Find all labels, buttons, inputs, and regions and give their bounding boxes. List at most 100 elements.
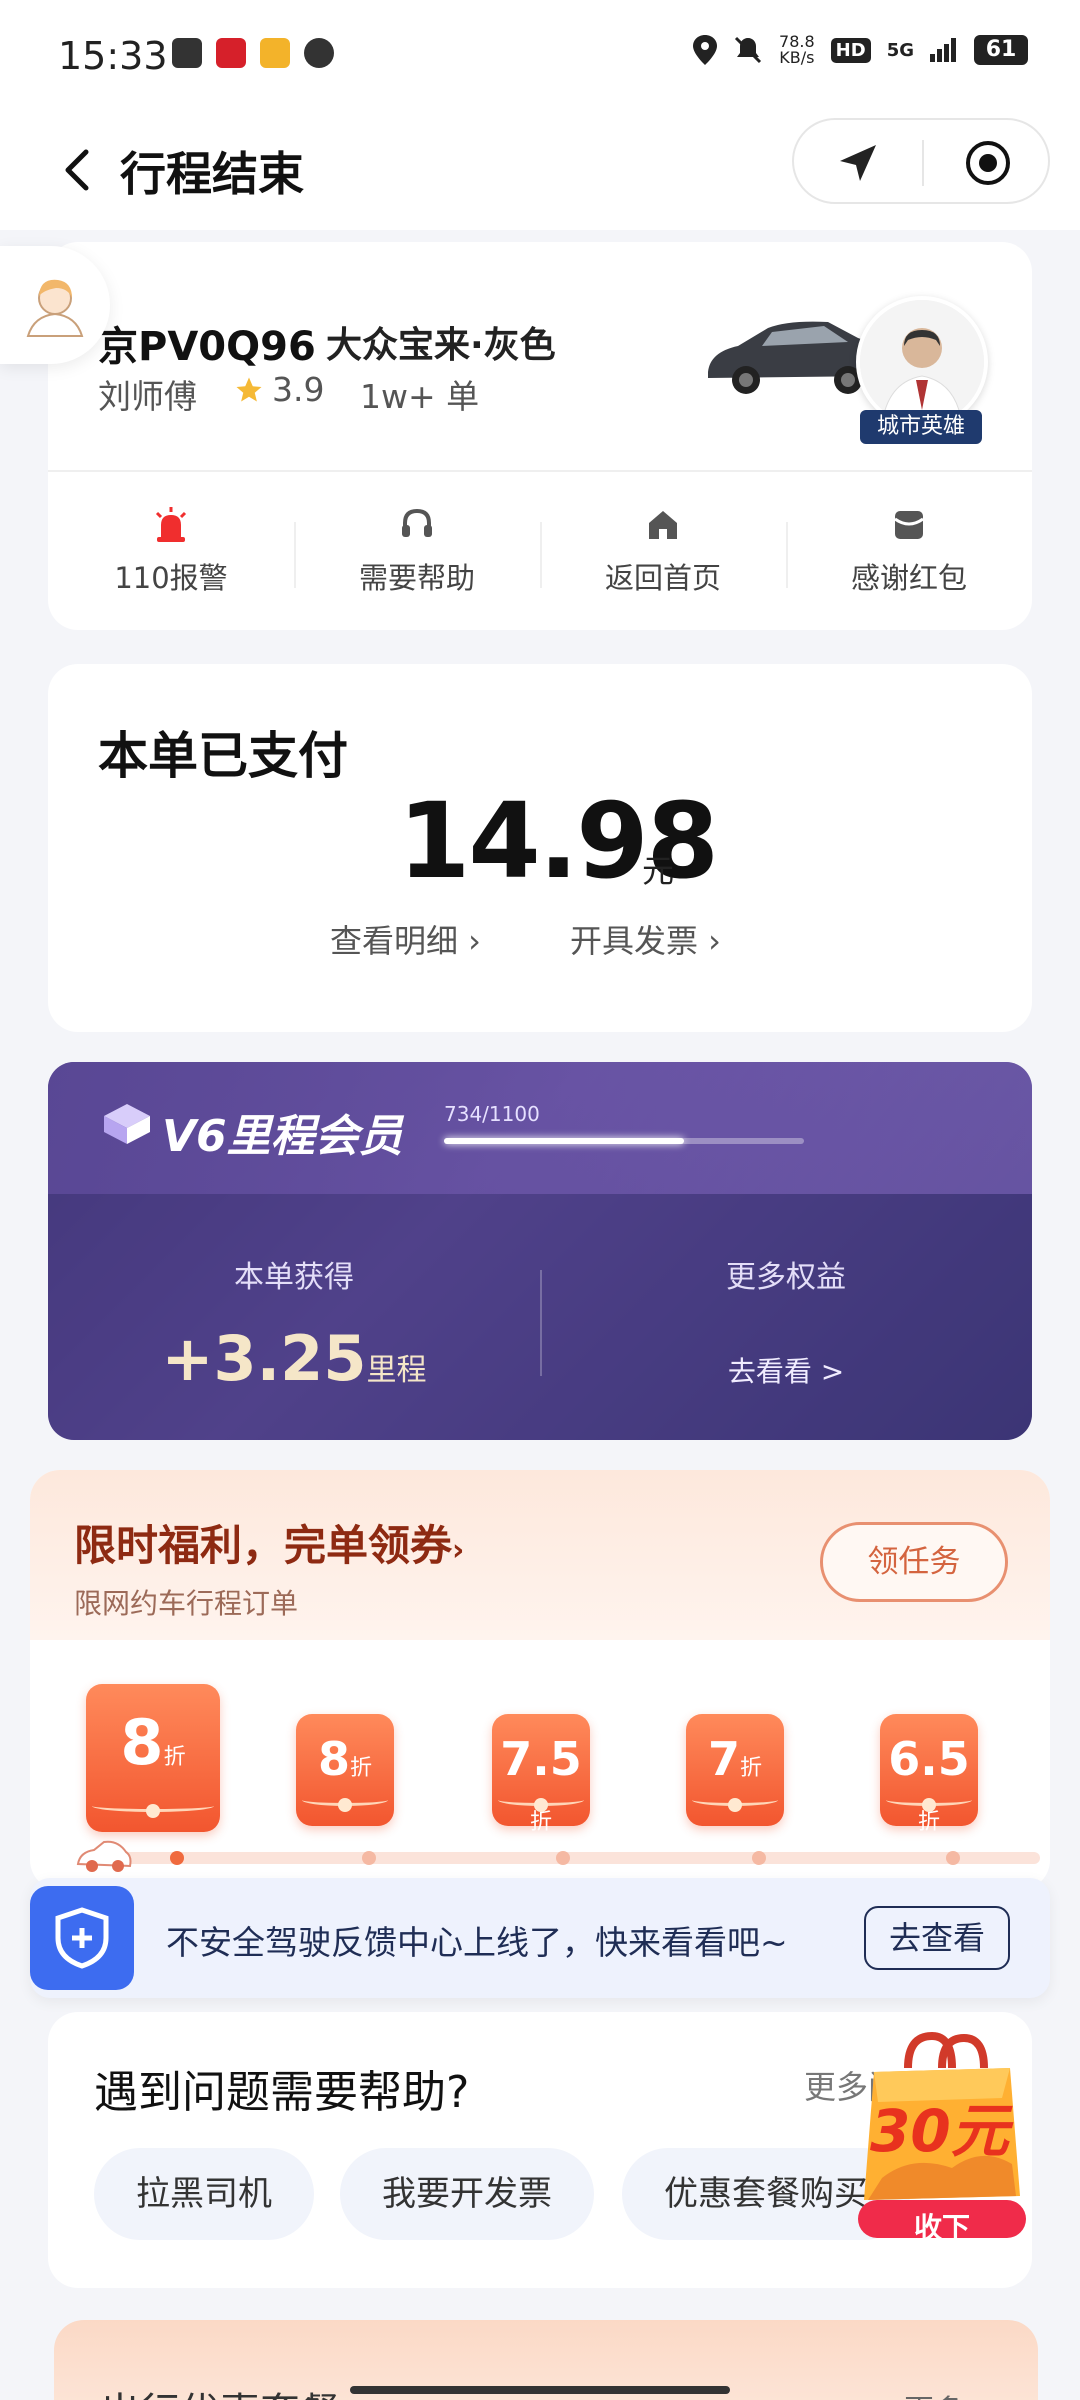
member-title: V6里程会员 xyxy=(162,1100,403,1164)
coupon-value: 6.5 折 xyxy=(880,1732,978,1840)
home-icon xyxy=(649,511,677,539)
action-label: 110报警 xyxy=(114,561,228,595)
go-see-link[interactable]: 去看看 > xyxy=(540,1350,1032,1390)
hd-badge: HD xyxy=(830,37,871,63)
rating-value: 3.9 xyxy=(272,370,325,409)
progress-car-icon xyxy=(76,1840,132,1872)
discount-number: 6.5 xyxy=(888,1732,970,1786)
driver-avatar[interactable] xyxy=(856,296,988,428)
coupon-subtitle: 限网约车行程订单 xyxy=(74,1587,299,1620)
coupon-item[interactable]: 8折 xyxy=(86,1684,220,1832)
issue-invoice-link[interactable]: 开具发票 › xyxy=(570,916,721,962)
close-miniprogram-button[interactable] xyxy=(924,120,1052,206)
coupon-header: 限时福利，完单领券› 限网约车行程订单 领任务 xyxy=(30,1470,1050,1640)
member-body: 本单获得 +3.25里程 更多权益 去看看 > xyxy=(48,1194,1032,1440)
payment-card: 本单已支付 14.98 元 查看明细 › 开具发票 › xyxy=(48,664,1032,1032)
coupon-value: 8折 xyxy=(86,1706,220,1779)
action-label: 需要帮助 xyxy=(358,561,475,595)
signal-icon xyxy=(930,38,956,62)
alarm-110-button[interactable]: 110报警 xyxy=(48,502,294,602)
track-dot xyxy=(556,1851,570,1865)
coupon-progress-track xyxy=(100,1851,1040,1865)
member-level: V6 xyxy=(162,1111,227,1162)
status-time: 15:33 xyxy=(58,34,168,78)
navigate-button[interactable] xyxy=(794,120,922,206)
more-benefits[interactable]: 更多权益 去看看 > xyxy=(540,1194,1032,1440)
back-arrow-icon[interactable] xyxy=(56,140,96,200)
action-label: 返回首页 xyxy=(604,561,721,595)
need-help-button[interactable]: 需要帮助 xyxy=(294,502,540,602)
safety-feedback-banner[interactable]: 不安全驾驶反馈中心上线了，快来看看吧~ 去查看 xyxy=(30,1878,1050,1998)
view-detail-link[interactable]: 查看明细 › xyxy=(330,916,481,962)
more-benefits-label: 更多权益 xyxy=(726,1260,846,1295)
issue-invoice-chip[interactable]: 我要开发票 xyxy=(340,2148,594,2240)
discount-number: 8 xyxy=(317,1732,350,1786)
track-dot xyxy=(362,1851,376,1865)
safety-banner-text: 不安全驾驶反馈中心上线了，快来看看吧~ xyxy=(166,1923,788,1962)
member-header: V6里程会员 734/1100 xyxy=(48,1062,1032,1194)
get-task-button[interactable]: 领任务 xyxy=(820,1522,1008,1602)
back-home-button[interactable]: 返回首页 xyxy=(540,502,786,602)
coupon-dot xyxy=(534,1798,548,1812)
go-check-button[interactable]: 去查看 xyxy=(864,1906,1010,1970)
headset-icon xyxy=(402,508,432,537)
thank-red-packet-button[interactable]: 感谢红包 xyxy=(786,502,1032,602)
driver-portrait-icon xyxy=(860,300,984,424)
discount-unit: 折 xyxy=(917,1810,940,1835)
target-circle-icon xyxy=(966,141,1010,185)
track-dot xyxy=(170,1851,184,1865)
discount-unit: 折 xyxy=(163,1745,186,1770)
coupon-dot xyxy=(922,1798,936,1812)
card-divider xyxy=(48,470,1032,472)
coupon-item[interactable]: 6.5 折 xyxy=(880,1714,978,1835)
coupon-dot xyxy=(338,1798,352,1812)
block-driver-chip[interactable]: 拉黑司机 xyxy=(94,2148,314,2240)
discount-number: 7.5 xyxy=(500,1732,582,1786)
discount-number: 7 xyxy=(707,1732,740,1786)
discount-unit: 折 xyxy=(740,1756,763,1781)
earned-mileage: 本单获得 +3.25里程 xyxy=(48,1194,540,1440)
home-indicator[interactable] xyxy=(350,2386,730,2394)
network-speed: 78.8 KB/s xyxy=(779,34,815,66)
battery-level: 61 xyxy=(974,35,1028,65)
mileage-progress-bar xyxy=(444,1138,804,1144)
navigation-arrow-icon xyxy=(840,145,876,181)
car-model: 大众宝来·灰色 xyxy=(326,325,556,366)
status-indicators: 78.8 KB/s HD 5G 61 xyxy=(693,34,1028,66)
coupon-value: 7折 xyxy=(686,1732,784,1786)
chat-notification-icon xyxy=(304,38,334,68)
nav-header: 行程结束 xyxy=(0,110,1080,230)
amount-unit: 元 xyxy=(642,852,675,890)
coupon-value: 8折 xyxy=(296,1732,394,1786)
discount-number: 8 xyxy=(120,1706,164,1779)
action-row: 110报警 需要帮助 返回首页 感谢红包 xyxy=(48,502,1032,602)
earned-value: +3.25里程 xyxy=(48,1322,540,1395)
collect-button[interactable]: 收下 xyxy=(852,2206,1032,2246)
payment-status-title: 本单已支付 xyxy=(98,727,348,785)
more-packages-link[interactable]: 更多 xyxy=(904,2386,964,2400)
star-icon xyxy=(236,377,262,401)
discount-unit: 折 xyxy=(529,1810,552,1835)
track-dot xyxy=(752,1851,766,1865)
floating-coupon-widget[interactable]: 30元 收下 xyxy=(852,2028,1032,2244)
earned-number: +3.25 xyxy=(161,1322,367,1395)
license-plate: 京PV0Q96 xyxy=(98,324,316,370)
driver-card: 京PV0Q96 大众宝来·灰色 刘师傅 3.9 1w+ 单 城市英雄 110报警… xyxy=(48,242,1032,630)
app-notification-icon xyxy=(216,38,246,68)
coupon-item[interactable]: 7折 xyxy=(686,1714,784,1826)
order-count: 1w+ 单 xyxy=(360,377,480,416)
coupon-item[interactable]: 8折 xyxy=(296,1714,394,1826)
notification-icons xyxy=(172,38,334,68)
track-dot xyxy=(946,1851,960,1865)
coupon-dot xyxy=(146,1804,160,1818)
coupon-item[interactable]: 7.5 折 xyxy=(492,1714,590,1835)
action-label: 感谢红包 xyxy=(850,561,967,595)
mini-program-capsule xyxy=(792,118,1050,204)
location-icon xyxy=(693,35,718,65)
red-packet-icon xyxy=(894,511,924,539)
driver-rating: 3.9 xyxy=(234,370,324,409)
mute-icon xyxy=(734,36,762,64)
discount-unit: 折 xyxy=(350,1756,373,1781)
mileage-member-card[interactable]: V6里程会员 734/1100 本单获得 +3.25里程 更多权益 去看看 > xyxy=(48,1062,1032,1440)
coupon-title[interactable]: 限时福利，完单领券› xyxy=(74,1512,464,1573)
